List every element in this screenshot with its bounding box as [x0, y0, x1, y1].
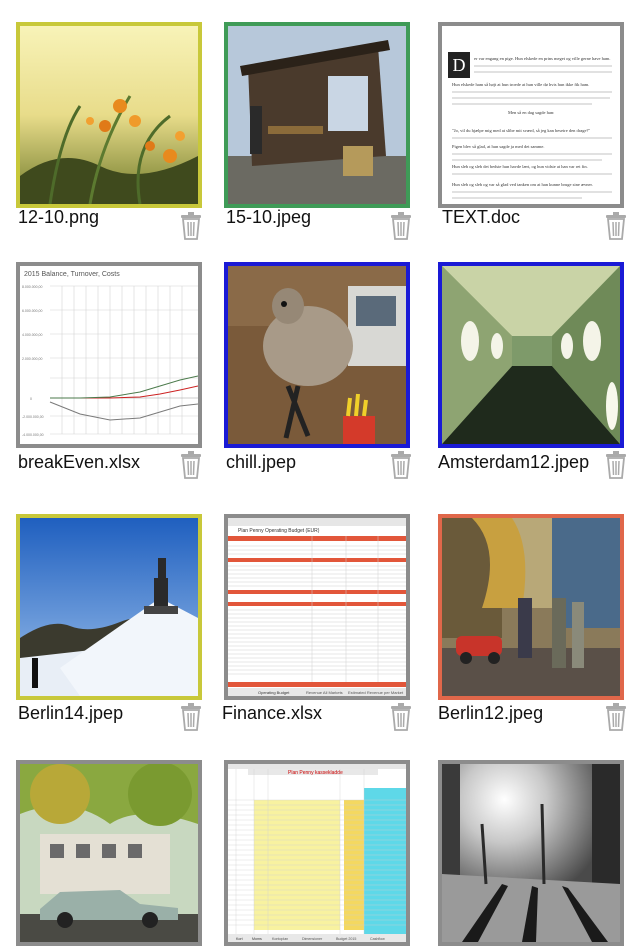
trash-icon[interactable] [605, 703, 627, 731]
tunnel-image [442, 266, 620, 444]
file-thumbnail-car[interactable] [16, 760, 202, 946]
file-name: Amsterdam12.jpep [438, 452, 590, 472]
monument-image [20, 518, 198, 696]
svg-text:-4.000.000,00: -4.000.000,00 [22, 433, 44, 437]
svg-text:-2.000.000,00: -2.000.000,00 [22, 415, 44, 419]
rabbit-image [228, 266, 406, 444]
sheet-tab: Kontoplan [272, 937, 288, 941]
doc-line: Men så en dag sagde han: [508, 110, 554, 115]
file-thumbnail-15-10[interactable] [224, 22, 410, 208]
file-name: Finance.xlsx [222, 703, 323, 723]
file-name: chill.jpep [226, 452, 297, 472]
file-name: Berlin14.jpep [18, 703, 124, 723]
flower-image [20, 26, 198, 204]
sheet-tab: Moms [252, 937, 262, 941]
sheet-tab: Kort [236, 937, 243, 941]
shadows-image [442, 764, 620, 942]
file-thumbnail-finance[interactable]: Plan Penny Operating Budget (EUR) Operat… [224, 514, 410, 700]
hut-image [228, 26, 406, 204]
car-image [20, 764, 198, 942]
file-name: breakEven.xlsx [18, 452, 141, 472]
spreadsheet-preview: Plan Penny kassekladde Kort Moms Kontopl… [228, 764, 406, 942]
trash-icon[interactable] [390, 212, 412, 240]
sheet-tab: Operating Budget [258, 690, 290, 695]
sheet-tab: Revenue All Markets [306, 690, 343, 695]
trash-icon[interactable] [180, 212, 202, 240]
svg-text:8.000.000,00: 8.000.000,00 [22, 285, 42, 289]
file-name: TEXT.doc [442, 207, 521, 227]
file-name: 15-10.jpeg [226, 207, 312, 227]
svg-text:6.000.000,00: 6.000.000,00 [22, 309, 42, 313]
file-name: 12-10.png [18, 207, 100, 227]
drop-cap-letter: D [453, 55, 466, 75]
file-thumbnail-ledger[interactable]: Plan Penny kassekladde Kort Moms Kontopl… [224, 760, 410, 946]
trash-icon[interactable] [180, 451, 202, 479]
file-thumbnail-chill[interactable] [224, 262, 410, 448]
file-name: Berlin12.jpeg [438, 703, 544, 723]
file-thumbnail-12-10[interactable] [16, 22, 202, 208]
file-thumbnail-breakeven[interactable]: 2015 Balance, Turnover, Costs 8.000.000,… [16, 262, 202, 448]
file-thumbnail-shadows[interactable] [438, 760, 624, 946]
sheet-title: Plan Penny Operating Budget (EUR) [238, 528, 320, 534]
file-thumbnail-amsterdam12[interactable] [438, 262, 624, 448]
chart-preview: 2015 Balance, Turnover, Costs 8.000.000,… [20, 266, 198, 444]
spreadsheet-preview: Plan Penny Operating Budget (EUR) Operat… [228, 518, 406, 696]
trash-icon[interactable] [605, 212, 627, 240]
file-thumbnail-berlin14[interactable] [16, 514, 202, 700]
sheet-tab: Cashflow [370, 937, 385, 941]
svg-text:0: 0 [30, 397, 32, 401]
sheet-tab: Budget 2015 [336, 937, 356, 941]
doc-line: Hun elskede ham så højt at hun troede at… [452, 82, 589, 87]
document-preview: D er var engang en pige. Hun elskede en … [442, 26, 620, 204]
doc-line: Hun sleb og sleb og var så glad ved tank… [452, 182, 593, 187]
svg-text:4.000.000,00: 4.000.000,00 [22, 333, 42, 337]
trash-icon[interactable] [605, 451, 627, 479]
svg-text:2.000.000,00: 2.000.000,00 [22, 357, 42, 361]
file-thumbnail-berlin12[interactable] [438, 514, 624, 700]
trash-icon[interactable] [390, 703, 412, 731]
file-thumbnail-text-doc[interactable]: D er var engang en pige. Hun elskede en … [438, 22, 624, 208]
trash-icon[interactable] [390, 451, 412, 479]
street-image [442, 518, 620, 696]
sheet-tab: Dimensioner [302, 937, 323, 941]
doc-line: er var engang en pige. Hun elskede en pr… [474, 56, 610, 61]
sheet-tab: Estimated Revenue per Market [348, 690, 404, 695]
chart-title: 2015 Balance, Turnover, Costs [24, 271, 120, 278]
sheet-title: Plan Penny kassekladde [288, 770, 343, 776]
trash-icon[interactable] [180, 703, 202, 731]
